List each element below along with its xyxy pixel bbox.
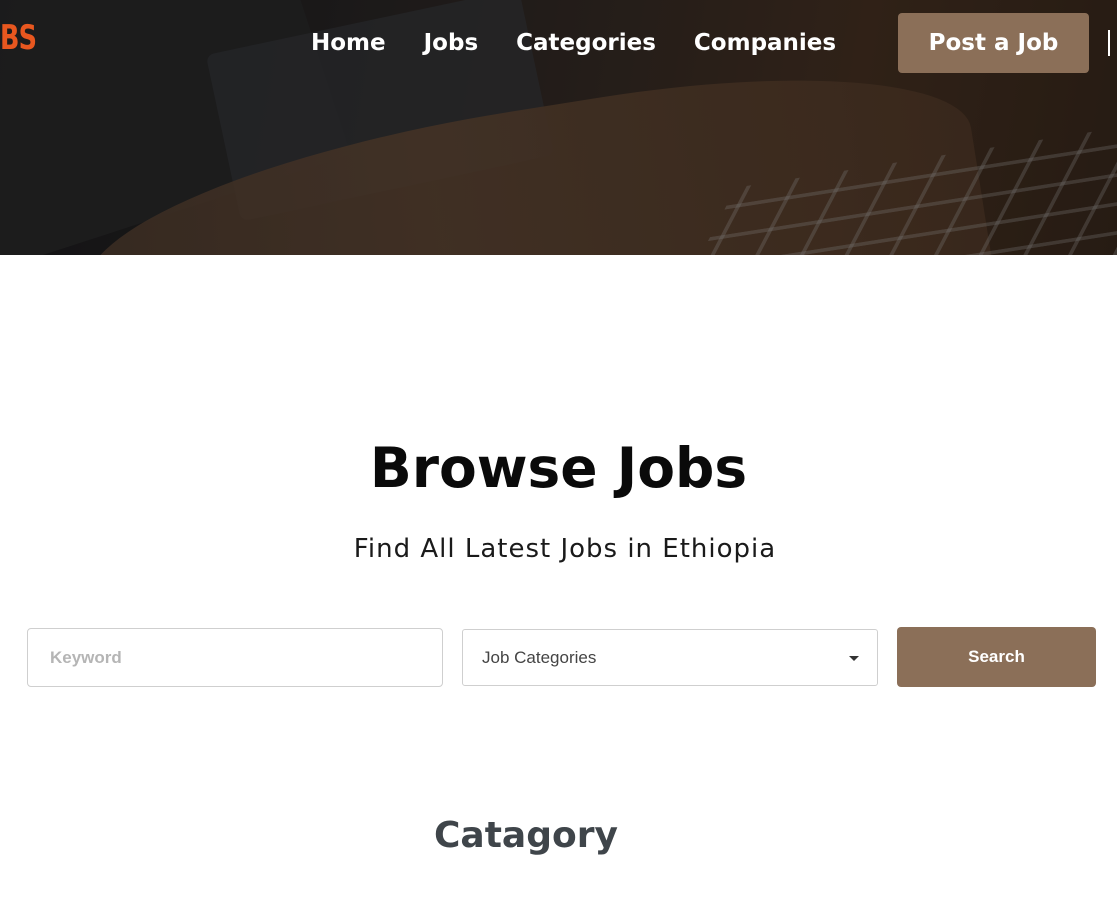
nav-divider [1108,30,1110,56]
hero-header: BS Home Jobs Categories Companies Post a… [0,0,1117,255]
site-logo[interactable]: BS [0,18,37,58]
page-subtitle: Find All Latest Jobs in Ethiopia [353,534,777,564]
caret-down-icon [849,656,859,661]
job-categories-selected-value: Job Categories [482,647,597,667]
job-categories-select[interactable]: Job Categories [462,629,878,686]
nav-home-link[interactable]: Home [311,26,386,60]
nav-jobs-link[interactable]: Jobs [424,26,479,60]
main-nav: Home Jobs Categories Companies [311,26,874,60]
keyword-search-input[interactable] [27,628,443,687]
category-section-heading: Catagory [434,815,618,856]
search-button[interactable]: Search [897,627,1096,687]
page-title: Browse Jobs [369,436,748,500]
nav-categories-link[interactable]: Categories [516,26,656,60]
post-a-job-button[interactable]: Post a Job [898,13,1089,73]
nav-companies-link[interactable]: Companies [694,26,836,60]
